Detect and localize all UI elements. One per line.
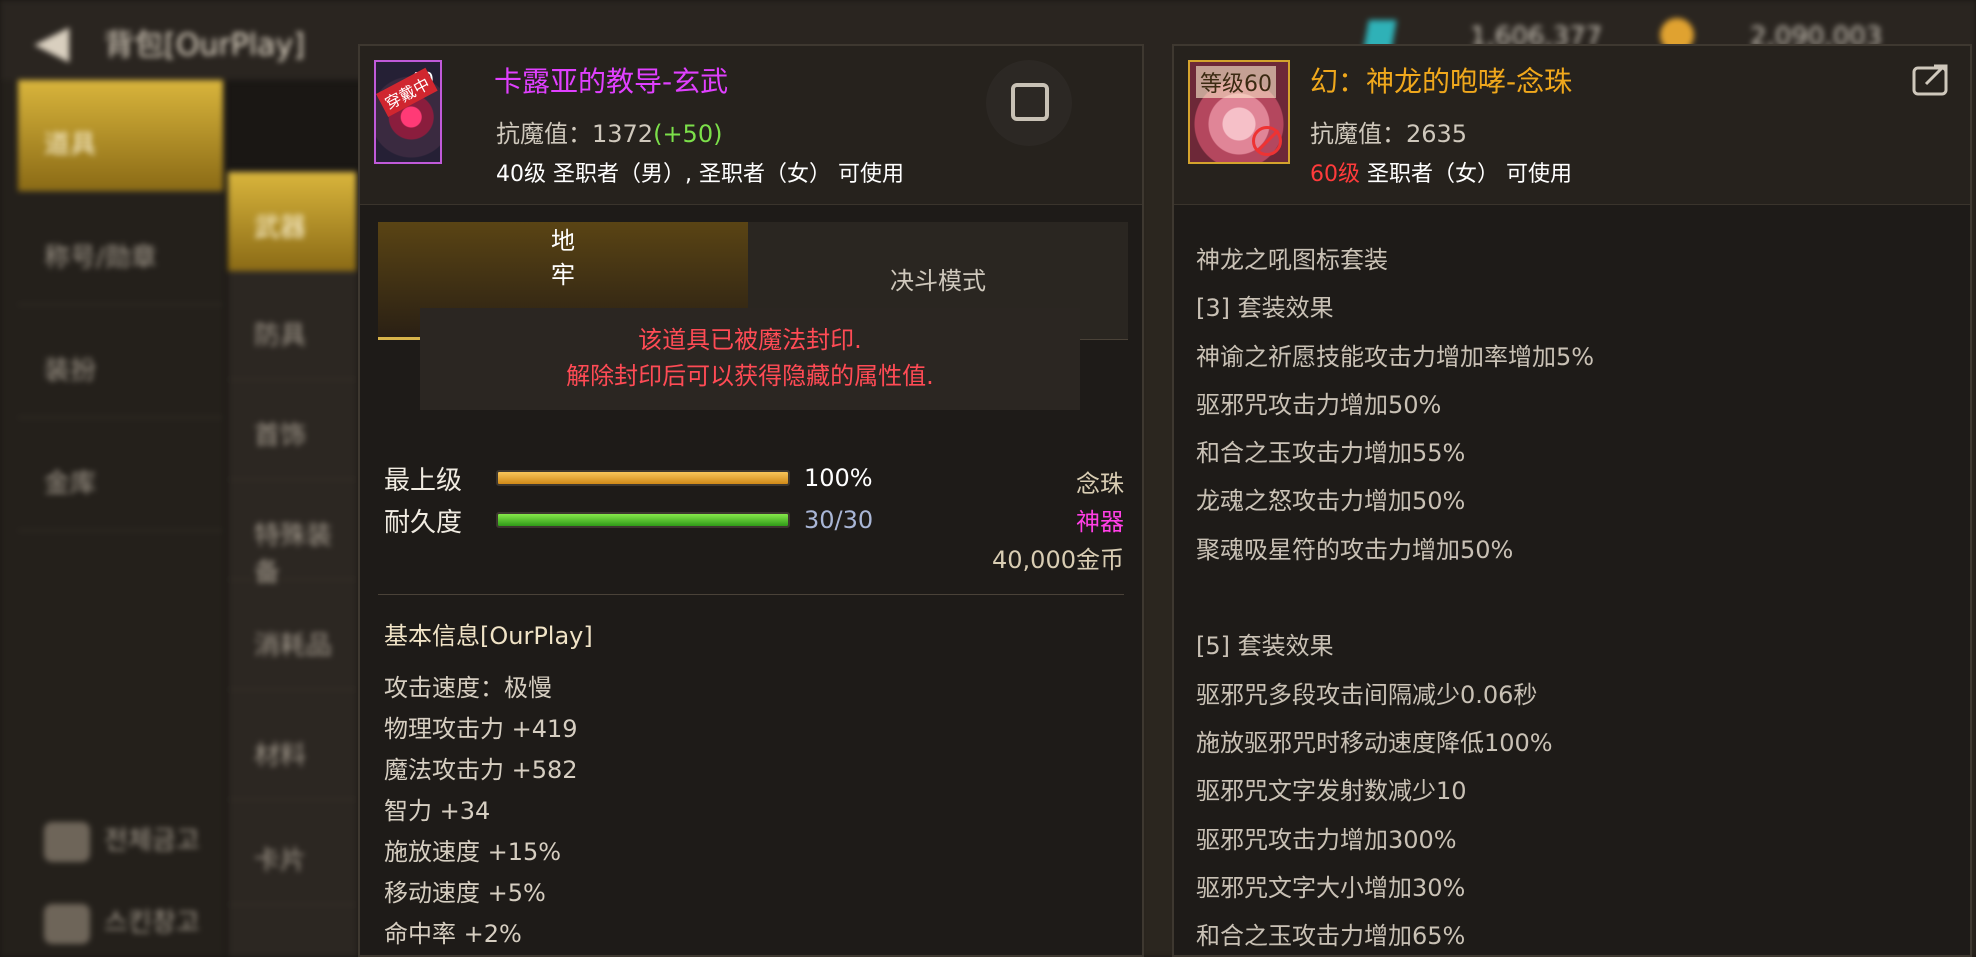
usage-requirement: 40级 圣职者（男）, 圣职者（女） 可使用: [496, 162, 904, 187]
set-effect-line: 和合之玉攻击力增加65%: [1196, 922, 1466, 951]
item-icon-level: 等级60: [1196, 66, 1276, 98]
usage-level: 60级: [1310, 162, 1360, 187]
grade-value: 100%: [804, 464, 873, 492]
set-effect-list: 神龙之吼图标套装 [3] 套装效果 神谕之祈愿技能攻击力增加率增加5% 驱邪咒攻…: [1196, 240, 1595, 955]
item-name: 幻：神龙的咆哮-念珠: [1310, 65, 1573, 98]
basic-stat-list: 攻击速度：极慢 物理攻击力 +419 魔法攻击力 +582 智力 +34 施放速…: [384, 668, 578, 955]
sealed-notice: 该道具已被魔法封印. 解除封印后可以获得隐藏的属性值.: [420, 308, 1080, 410]
item-icon: 40 穿戴中: [374, 60, 442, 164]
set-effect-line: 驱邪咒文字大小增加30%: [1196, 873, 1466, 902]
set-3-title: [3] 套装效果: [1196, 294, 1334, 323]
set-effect-line: 驱邪咒文字发射数减少10: [1196, 777, 1467, 806]
subcategory-card[interactable]: 卡片: [228, 805, 356, 905]
set-5-title: [5] 套装效果: [1196, 632, 1334, 661]
resist-stat: 抗魔值：1372(+50): [496, 120, 723, 148]
durability-bar-fill: [498, 514, 788, 526]
subcategory-consumable[interactable]: 消耗品: [228, 590, 356, 690]
grade-bar: [496, 470, 790, 486]
item-icon: 等级60: [1188, 60, 1290, 164]
inventory-title: 背包[OurPlay]: [104, 28, 305, 63]
grade-bar-fill: [498, 472, 788, 484]
item-type: 念珠: [1076, 470, 1124, 498]
set-name: 神龙之吼图标套装: [1196, 246, 1388, 274]
usage-requirement: 60级 圣职者（女） 可使用: [1310, 162, 1572, 187]
subcategory-material[interactable]: 材料: [228, 700, 356, 800]
durability-label: 耐久度: [384, 508, 463, 538]
unusable-icon: [1252, 126, 1282, 156]
set-effect-line: 驱邪咒攻击力增加300%: [1196, 825, 1457, 854]
durability-value: 30/30: [804, 506, 874, 534]
share-icon[interactable]: [1912, 62, 1952, 96]
item-rarity: 神器: [1076, 508, 1124, 536]
subcategory-accessory[interactable]: 首饰: [228, 380, 356, 480]
set-effect-line: 驱邪咒多段攻击间隔减少0.06秒: [1196, 680, 1538, 709]
bottom-link-skin[interactable]: 스킨창고: [44, 902, 200, 944]
compared-item-tooltip: 等级60 幻：神龙的咆哮-念珠 抗魔值：2635 60级 圣职者（女） 可使用 …: [1172, 44, 1972, 957]
stat-physical-attack: 物理攻击力 +419: [384, 715, 578, 743]
stat-attack-speed: 攻击速度：极慢: [384, 674, 552, 702]
set-effect-line: 龙魂之怒攻击力增加50%: [1196, 487, 1466, 516]
set-effect-line: 驱邪咒攻击力增加50%: [1196, 390, 1442, 419]
equipped-item-tooltip: 40 穿戴中 卡露亚的教导-玄武 抗魔值：1372(+50) 40级 圣职者（男…: [358, 44, 1144, 957]
stat-intelligence: 智力 +34: [384, 797, 491, 825]
category-items[interactable]: 道具: [18, 80, 223, 192]
item-price: 40,000金币: [992, 546, 1124, 574]
compare-toggle-icon[interactable]: [986, 60, 1072, 146]
category-vault[interactable]: 金库: [18, 419, 223, 531]
bottom-link-vault[interactable]: 전체금고: [44, 820, 200, 862]
stat-hit-rate: 命中率 +2%: [384, 920, 522, 948]
durability-bar: [496, 512, 790, 528]
grade-label: 最上级: [384, 466, 463, 496]
basic-info-title: 基本信息[OurPlay]: [384, 622, 593, 650]
vault-icon: [44, 821, 90, 862]
skin-icon: [44, 903, 90, 944]
set-spacer: [1196, 578, 1594, 626]
set-effect-line: 聚魂吸星符的攻击力增加50%: [1196, 535, 1514, 564]
resist-bonus: (+50): [653, 120, 723, 148]
subcategory-special[interactable]: 特殊装备: [228, 480, 356, 588]
set-effect-line: 和合之玉攻击力增加55%: [1196, 439, 1466, 468]
set-effect-line: 神谕之祈愿技能攻击力增加率增加5%: [1196, 342, 1595, 371]
subcategory-weapon[interactable]: 武器: [228, 172, 356, 272]
stat-move-speed: 移动速度 +5%: [384, 879, 546, 907]
item-name: 卡露亚的教导-玄武: [494, 65, 729, 98]
stat-magic-attack: 魔法攻击力 +582: [384, 756, 578, 784]
category-outfits[interactable]: 装扮: [18, 306, 223, 418]
set-effect-line: 施放驱邪咒时移动速度降低100%: [1196, 728, 1553, 757]
resist-stat: 抗魔值：2635: [1310, 120, 1468, 148]
divider: [378, 594, 1124, 595]
category-titles[interactable]: 称号/勋章: [18, 193, 223, 305]
back-arrow-icon[interactable]: ◀: [34, 18, 69, 64]
stat-cast-speed: 施放速度 +15%: [384, 838, 562, 866]
subcategory-armor[interactable]: 防具: [228, 280, 356, 380]
